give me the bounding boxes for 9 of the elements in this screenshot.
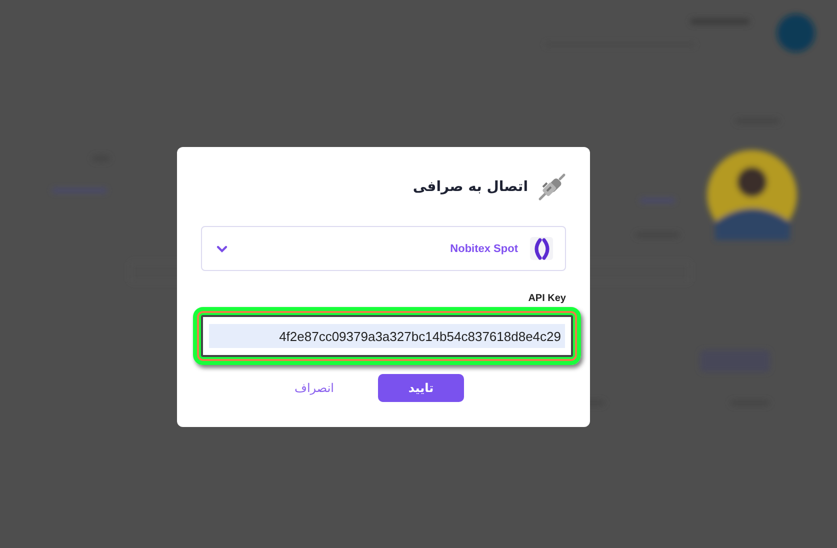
cancel-button[interactable]: انصراف <box>290 381 338 395</box>
field-label: API Key <box>528 293 566 304</box>
chevron-down-icon <box>216 244 228 252</box>
dialog-title: اتصال به صرافی <box>412 179 528 195</box>
plug-icon <box>538 173 566 201</box>
api-key-field[interactable]: 4f2e87cc09379a3a327bc14b54c837618d8e4c29 <box>193 307 581 365</box>
confirm-button[interactable]: تایید <box>378 374 464 402</box>
exchange-select[interactable]: Nobitex Spot <box>201 226 566 271</box>
exchange-logo-icon <box>530 237 553 260</box>
